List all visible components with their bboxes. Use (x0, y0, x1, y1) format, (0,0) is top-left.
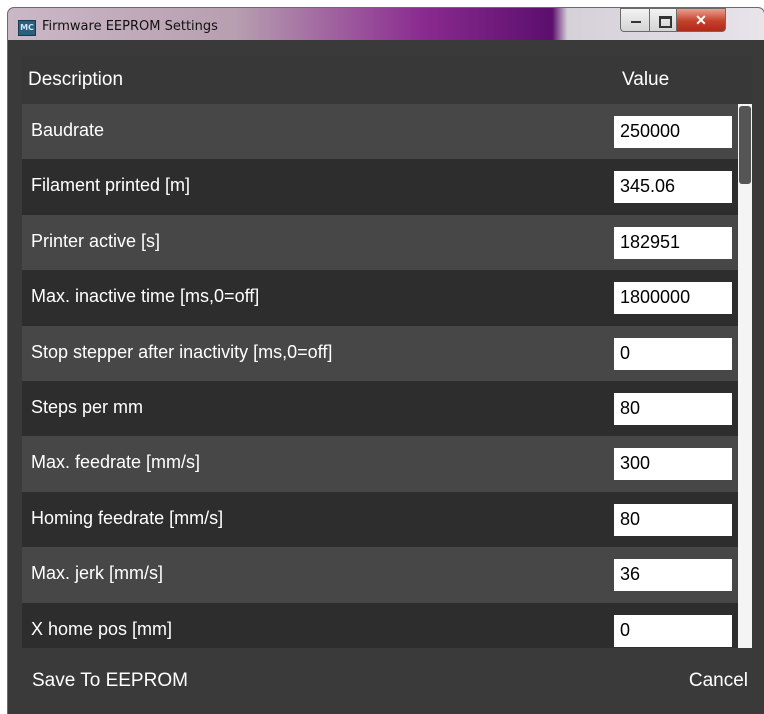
table-row: Max. inactive time [ms,0=off] 1800000 (22, 270, 738, 326)
setting-value-input[interactable]: 0 (614, 337, 732, 370)
setting-value-input[interactable]: 80 (614, 503, 732, 536)
table-row: Filament printed [m] 345.06 (22, 159, 738, 215)
dialog-footer: Save To EEPROM Cancel (22, 648, 764, 714)
table-row: Printer active [s] 182951 (22, 214, 738, 271)
close-button[interactable]: ✕ (676, 8, 726, 32)
table-row: Homing feedrate [mm/s] 80 (22, 491, 738, 548)
maximize-button[interactable] (649, 8, 677, 32)
setting-description: Stop stepper after inactivity [ms,0=off] (31, 341, 333, 362)
maximize-icon (659, 16, 672, 28)
save-to-eeprom-button[interactable]: Save To EEPROM (32, 670, 188, 692)
table-row: Max. jerk [mm/s] 36 (22, 547, 738, 603)
setting-value-input[interactable]: 1800000 (614, 282, 732, 315)
value-column-header: Value (622, 69, 670, 90)
title-bar[interactable]: MC Firmware EEPROM Settings ✕ (8, 8, 764, 40)
minimize-icon (631, 21, 641, 23)
setting-value-input[interactable]: 300 (614, 448, 732, 481)
setting-value-input[interactable]: 80 (614, 392, 732, 425)
setting-value-input[interactable]: 182951 (614, 226, 732, 259)
scrollbar-thumb[interactable] (739, 106, 751, 184)
cancel-button[interactable]: Cancel (689, 670, 748, 692)
settings-list: Baudrate 250000 Filament printed [m] 345.06… (22, 104, 738, 648)
setting-description: Max. inactive time [ms,0=off] (31, 286, 260, 307)
table-row: Baudrate 250000 (22, 104, 738, 160)
window-title: Firmware EEPROM Settings (42, 19, 218, 34)
setting-description: Max. jerk [mm/s] (31, 563, 164, 584)
minimize-button[interactable] (620, 8, 650, 32)
eeprom-settings-window: MC Firmware EEPROM Settings ✕ Descriptio… (8, 8, 764, 714)
table-row: Stop stepper after inactivity [ms,0=off]… (22, 325, 738, 381)
setting-value-input[interactable]: 345.06 (614, 171, 732, 204)
vertical-scrollbar[interactable] (738, 104, 752, 648)
description-column-header: Description (28, 69, 124, 90)
setting-description: Printer active [s] (31, 230, 161, 251)
setting-value-input[interactable]: 250000 (614, 116, 732, 148)
setting-description: Homing feedrate [mm/s] (31, 507, 224, 528)
app-icon: MC (18, 20, 36, 36)
setting-description: X home pos [mm] (31, 618, 173, 639)
setting-value-input[interactable]: 0 (614, 614, 732, 647)
setting-description: Baudrate (31, 120, 105, 140)
table-row: X home pos [mm] 0 (22, 602, 738, 648)
table-row: Steps per mm 80 (22, 380, 738, 437)
setting-value-input[interactable]: 36 (614, 559, 732, 592)
close-icon: ✕ (695, 12, 707, 28)
table-row: Max. feedrate [mm/s] 300 (22, 436, 738, 492)
setting-description: Steps per mm (31, 396, 144, 417)
setting-description: Filament printed [m] (31, 175, 191, 196)
setting-description: Max. feedrate [mm/s] (31, 452, 201, 473)
table-header: Description Value (22, 56, 752, 104)
